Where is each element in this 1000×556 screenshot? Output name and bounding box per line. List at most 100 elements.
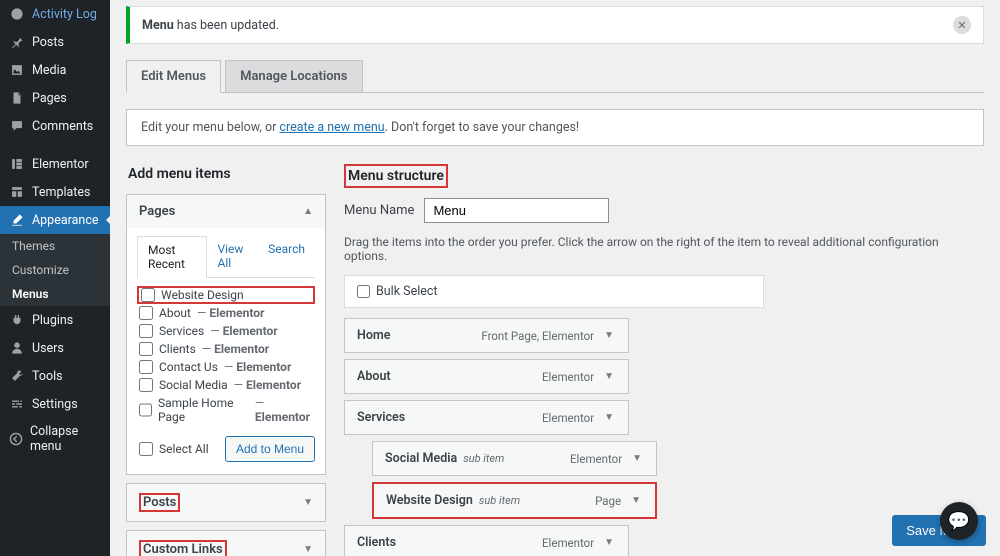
sidebar-label: Comments xyxy=(32,119,93,134)
sidebar-label: Pages xyxy=(32,91,67,106)
bulk-select-row: Bulk Select xyxy=(344,275,764,308)
chevron-down-icon: ▼ xyxy=(303,544,313,555)
accordion-pages-header[interactable]: Pages▲ xyxy=(127,195,325,228)
menu-item-clients[interactable]: ClientsElementor▼ xyxy=(344,525,629,556)
sidebar-item-pages[interactable]: Pages xyxy=(0,84,110,112)
menu-tabs: Edit Menus Manage Locations xyxy=(126,60,984,93)
wrench-icon xyxy=(9,368,25,384)
sidebar-label: Templates xyxy=(32,185,90,200)
menu-item-title: About xyxy=(357,369,391,384)
main-content: Menu has been updated. ✕ Edit Menus Mana… xyxy=(110,0,1000,556)
info-text-pre: Edit your menu below, or xyxy=(141,120,279,135)
sidebar-item-activity-log[interactable]: Activity Log xyxy=(0,0,110,28)
menu-item-website-design[interactable]: Website Designsub itemPage▼ xyxy=(372,482,657,519)
chevron-down-icon[interactable]: ▼ xyxy=(602,410,616,425)
page-checkbox[interactable] xyxy=(139,306,153,320)
user-icon xyxy=(9,340,25,356)
accordion-links-header[interactable]: Custom Links▼ xyxy=(127,531,325,556)
add-menu-items-column: Add menu items Pages▲ Most Recent View A… xyxy=(126,164,326,556)
accordion-pages: Pages▲ Most Recent View All Search Websi… xyxy=(126,194,326,475)
sidebar-item-elementor[interactable]: Elementor xyxy=(0,150,110,178)
page-label: Sample Home Page xyxy=(158,396,249,424)
menu-structure-column: Menu structure Menu Name Drag the items … xyxy=(344,164,984,556)
chevron-down-icon[interactable]: ▼ xyxy=(602,535,616,550)
bulk-select-checkbox[interactable] xyxy=(357,285,370,298)
accordion-posts: Posts▼ xyxy=(126,483,326,522)
subtab-view-all[interactable]: View All xyxy=(207,236,258,277)
subtab-most-recent[interactable]: Most Recent xyxy=(137,236,207,278)
sidebar-item-media[interactable]: Media xyxy=(0,56,110,84)
page-label: Services xyxy=(159,324,204,338)
sidebar-sub-menus[interactable]: Menus xyxy=(0,282,110,306)
menu-item-home[interactable]: HomeFront Page, Elementor▼ xyxy=(344,318,629,353)
sidebar-label: Appearance xyxy=(32,213,99,228)
page-label: Website Design xyxy=(161,288,244,302)
sidebar-sub-themes[interactable]: Themes xyxy=(0,234,110,258)
tab-edit-menus[interactable]: Edit Menus xyxy=(126,60,221,93)
page-checkbox[interactable] xyxy=(139,342,153,356)
sidebar-item-templates[interactable]: Templates xyxy=(0,178,110,206)
menu-item-title: Social Media xyxy=(385,451,457,466)
select-all-label: Select All xyxy=(159,442,209,456)
page-option-social-media[interactable]: Social Media— Elementor xyxy=(137,376,315,394)
sidebar-label: Collapse menu xyxy=(30,424,101,454)
menu-structure-heading: Menu structure xyxy=(344,164,448,188)
sidebar-item-users[interactable]: Users xyxy=(0,334,110,362)
page-label: Social Media xyxy=(159,378,228,392)
sidebar-item-tools[interactable]: Tools xyxy=(0,362,110,390)
page-option-about[interactable]: About— Elementor xyxy=(137,304,315,322)
chevron-down-icon: ▼ xyxy=(303,497,313,508)
sidebar-item-collapse[interactable]: Collapse menu xyxy=(0,418,110,460)
add-to-menu-button[interactable]: Add to Menu xyxy=(225,436,315,462)
sidebar-item-plugins[interactable]: Plugins xyxy=(0,306,110,334)
sidebar-item-comments[interactable]: Comments xyxy=(0,112,110,140)
chevron-down-icon[interactable]: ▼ xyxy=(602,369,616,384)
page-option-contact-us[interactable]: Contact Us— Elementor xyxy=(137,358,315,376)
menu-item-title: Services xyxy=(357,410,405,425)
sidebar-label: Users xyxy=(32,341,64,356)
sidebar-item-settings[interactable]: Settings xyxy=(0,390,110,418)
sidebar-item-appearance[interactable]: Appearance xyxy=(0,206,110,234)
chevron-down-icon[interactable]: ▼ xyxy=(630,451,644,466)
page-option-services[interactable]: Services— Elementor xyxy=(137,322,315,340)
help-fab-button[interactable]: 💬 xyxy=(940,502,978,540)
menu-item-services[interactable]: ServicesElementor▼ xyxy=(344,400,629,435)
elementor-icon xyxy=(9,156,25,172)
menu-item-about[interactable]: AboutElementor▼ xyxy=(344,359,629,394)
page-checkbox[interactable] xyxy=(139,403,152,417)
accordion-posts-header[interactable]: Posts▼ xyxy=(127,484,325,521)
subtab-search[interactable]: Search xyxy=(258,236,315,277)
info-text-post: . Don't forget to save your changes! xyxy=(385,120,580,135)
chevron-down-icon[interactable]: ▼ xyxy=(602,328,616,343)
sidebar-item-posts[interactable]: Posts xyxy=(0,28,110,56)
comment-icon xyxy=(9,118,25,134)
page-option-clients[interactable]: Clients— Elementor xyxy=(137,340,315,358)
menu-item-sublabel: sub item xyxy=(479,494,520,507)
page-label: Clients xyxy=(159,342,196,356)
sidebar-label: Settings xyxy=(32,397,78,412)
select-all-checkbox[interactable] xyxy=(139,442,153,456)
page-option-website-design[interactable]: Website Design xyxy=(137,286,315,304)
menu-item-social-media[interactable]: Social Mediasub itemElementor▼ xyxy=(372,441,657,476)
chevron-down-icon[interactable]: ▼ xyxy=(629,493,643,508)
templates-icon xyxy=(9,184,25,200)
page-icon xyxy=(9,90,25,106)
page-checkbox[interactable] xyxy=(139,378,153,392)
tab-manage-locations[interactable]: Manage Locations xyxy=(225,60,362,92)
accordion-title: Pages xyxy=(139,204,175,219)
menu-item-meta: Elementor xyxy=(570,452,622,466)
dismiss-notice-button[interactable]: ✕ xyxy=(953,16,971,34)
menu-name-input[interactable] xyxy=(424,198,609,223)
sidebar-label: Media xyxy=(32,63,66,78)
select-all-row[interactable]: Select All xyxy=(137,440,211,458)
page-checkbox[interactable] xyxy=(139,324,153,338)
menu-item-title: Clients xyxy=(357,535,396,550)
page-checkbox[interactable] xyxy=(141,288,155,302)
page-checkbox[interactable] xyxy=(139,360,153,374)
create-new-menu-link[interactable]: create a new menu xyxy=(279,120,384,135)
brush-icon xyxy=(9,212,25,228)
sidebar-sub-customize[interactable]: Customize xyxy=(0,258,110,282)
plug-icon xyxy=(9,312,25,328)
page-option-sample-home[interactable]: Sample Home Page— Elementor xyxy=(137,394,315,426)
bulk-select-label: Bulk Select xyxy=(376,284,438,299)
